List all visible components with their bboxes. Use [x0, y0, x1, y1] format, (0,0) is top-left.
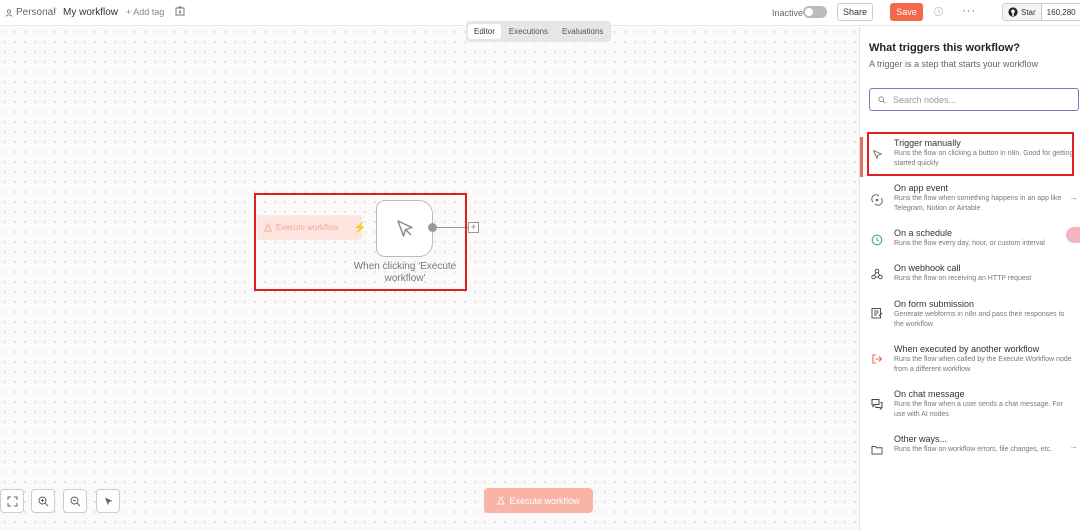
webhook-icon — [870, 267, 884, 281]
select-pointer-icon — [104, 497, 112, 505]
breadcrumb-separator: / — [54, 7, 57, 18]
trigger-name: On a schedule — [894, 228, 953, 238]
trigger-item-form[interactable]: On form submission Generate webforms in … — [860, 299, 1080, 335]
trigger-name: On app event — [894, 183, 949, 193]
trigger-description: Runs the flow on workflow errors, file c… — [894, 446, 1052, 453]
trigger-item-app-event[interactable]: On app event Runs the flow when somethin… — [860, 183, 1080, 219]
github-star-count: 160,280 — [1041, 4, 1080, 20]
chevron-right-icon: → — [1069, 192, 1078, 202]
trigger-name: Other ways... — [894, 434, 948, 444]
fit-view-button[interactable] — [0, 489, 24, 513]
clock-icon — [870, 233, 884, 247]
execute-workflow-label: Execute workflow — [509, 495, 580, 506]
trigger-item-other[interactable]: Other ways... Runs the flow on workflow … — [860, 434, 1080, 470]
search-box[interactable] — [869, 88, 1079, 111]
trigger-description: Runs the flow every day, hour, or custom… — [894, 240, 1045, 247]
active-status-label: Inactive — [772, 8, 804, 18]
github-star-widget[interactable]: Star 160,280 — [1002, 3, 1080, 21]
breadcrumb-personal-label: Personal — [16, 7, 56, 18]
trigger-description: Generate webforms in n8n and pass their … — [894, 311, 1065, 328]
trigger-name: When executed by another workflow — [894, 344, 1040, 354]
search-icon — [878, 95, 886, 104]
tab-evaluations[interactable]: Evaluations — [556, 24, 609, 39]
add-tag-link[interactable]: + Add tag — [126, 7, 164, 17]
trigger-description: Runs the flow when called by the Execute… — [894, 356, 1072, 373]
active-toggle[interactable] — [803, 6, 827, 18]
zoom-out-icon — [70, 496, 80, 506]
highlight-box-node — [254, 193, 467, 291]
tab-editor[interactable]: Editor — [468, 24, 501, 39]
user-icon — [5, 8, 13, 17]
github-icon — [1008, 7, 1018, 17]
trigger-description: Runs the flow when a user sends a chat m… — [894, 401, 1063, 418]
add-node-plus-button[interactable]: + — [468, 222, 479, 233]
tab-executions[interactable]: Executions — [503, 24, 554, 39]
zoom-in-button[interactable] — [31, 489, 55, 513]
history-icon[interactable] — [933, 6, 944, 17]
app-event-icon — [870, 193, 884, 207]
trigger-name: On webhook call — [894, 263, 961, 273]
breadcrumb-personal[interactable]: Personal — [5, 7, 55, 18]
trigger-item-webhook[interactable]: On webhook call Runs the flow on receivi… — [860, 263, 1080, 291]
zoom-in-icon — [38, 496, 48, 506]
highlight-box-trigger — [867, 132, 1074, 176]
trigger-name: On form submission — [894, 299, 975, 309]
search-input[interactable] — [893, 94, 1073, 105]
save-button[interactable]: Save — [890, 3, 923, 21]
trigger-panel: What triggers this workflow? A trigger i… — [859, 27, 1080, 530]
select-pointer-button[interactable] — [96, 489, 120, 513]
trigger-item-schedule[interactable]: On a schedule Runs the flow every day, h… — [860, 228, 1080, 256]
panel-title: What triggers this workflow? — [869, 42, 1020, 54]
zoom-out-button[interactable] — [63, 489, 87, 513]
chevron-right-icon: → — [1069, 441, 1078, 451]
trigger-item-subworkflow[interactable]: When executed by another workflow Runs t… — [860, 344, 1080, 380]
panel-subtitle: A trigger is a step that starts your wor… — [869, 59, 1039, 69]
folder-icon — [870, 443, 884, 457]
assistant-chip-icon[interactable] — [1066, 227, 1080, 243]
archive-icon[interactable] — [175, 6, 185, 16]
github-star-button[interactable]: Star — [1003, 4, 1042, 20]
trigger-description: Runs the flow on receiving an HTTP reque… — [894, 275, 1032, 282]
form-icon — [870, 306, 884, 320]
view-tabs: Editor Executions Evaluations — [466, 21, 612, 42]
trigger-name: On chat message — [894, 389, 965, 399]
chat-icon — [870, 397, 884, 411]
flask-icon — [497, 496, 506, 505]
workflow-title[interactable]: My workflow — [63, 7, 118, 18]
trigger-description: Runs the flow when something happens in … — [894, 195, 1062, 212]
execute-workflow-button[interactable]: Execute workflow — [484, 488, 593, 513]
trigger-item-chat[interactable]: On chat message Runs the flow when a use… — [860, 389, 1080, 425]
sign-in-icon — [870, 352, 884, 366]
fit-view-icon — [7, 496, 17, 506]
more-options-icon[interactable]: ··· — [962, 5, 976, 17]
share-button[interactable]: Share — [837, 3, 873, 21]
selected-indicator — [860, 137, 863, 177]
github-star-label: Star — [1021, 7, 1036, 17]
